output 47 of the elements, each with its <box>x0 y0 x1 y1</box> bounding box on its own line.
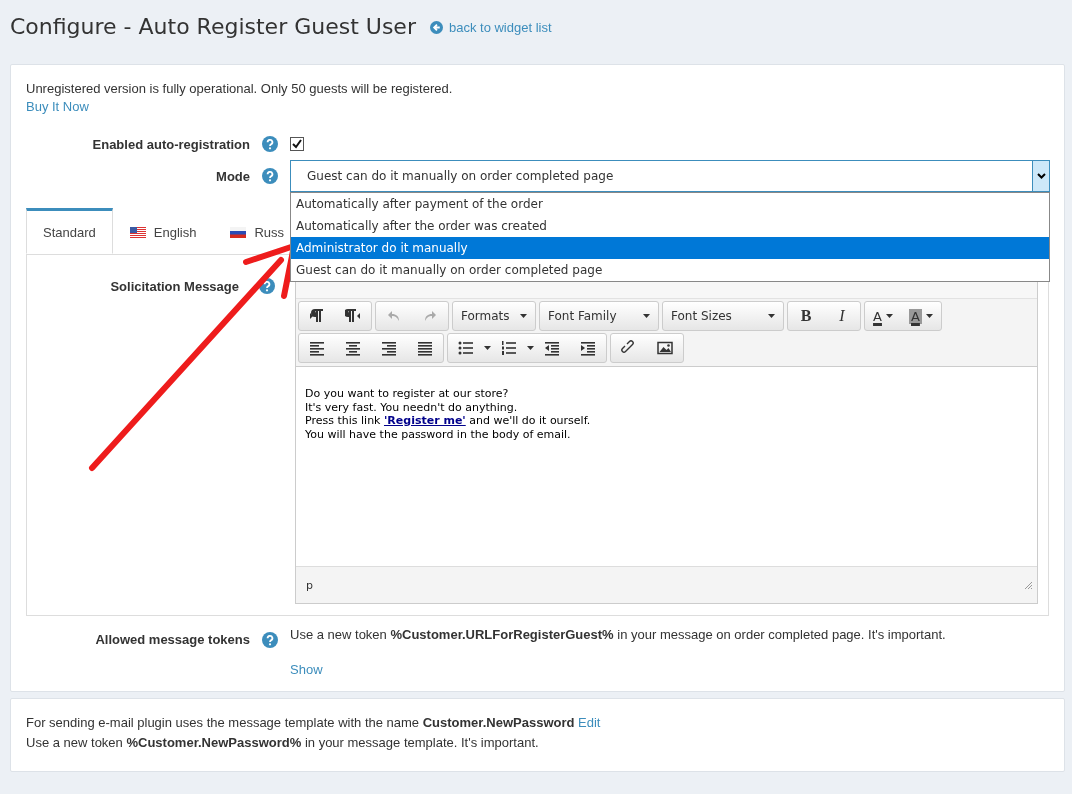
toolbar-dropdown[interactable]: Font Sizes <box>662 301 784 331</box>
edit-link[interactable]: Edit <box>578 715 601 730</box>
toolbar-dropdown[interactable]: Formats <box>452 301 536 331</box>
dropdown-option[interactable]: Administrator do it manually <box>291 237 1049 259</box>
caret-icon <box>1036 173 1046 179</box>
caret-icon <box>520 314 527 318</box>
dropdown-option[interactable]: Automatically after the order was created <box>291 215 1049 237</box>
register-link[interactable]: 'Register me' <box>383 414 466 427</box>
editor-text: Do you want to register at our store? It's very fast. You needn't do anything. Press this link 'Register me' and we'll do it ourself. You will have the password in the body of email. <box>304 386 592 443</box>
checkbox[interactable] <box>290 137 304 151</box>
language-tab[interactable]: English <box>112 208 214 254</box>
page-title: Configure - Auto Register Guest User <box>10 14 416 39</box>
caret-icon[interactable] <box>484 346 491 350</box>
element-path: p <box>306 578 313 592</box>
token-note: Use a new token %Customer.NewPassword% in your message template. It's important. <box>26 734 540 752</box>
background-color-button[interactable]: A <box>901 302 941 330</box>
dropdown-option[interactable]: Guest can do it manually on order completed page <box>291 259 1049 281</box>
bold-button[interactable]: B <box>788 302 824 330</box>
mode-select[interactable]: Guest can do it manually on order completed page <box>290 160 1050 192</box>
buy-link[interactable]: Buy It Now <box>26 99 89 114</box>
caret-icon[interactable] <box>527 346 534 350</box>
resize-handle-icon[interactable] <box>1024 580 1033 590</box>
text-color-button[interactable]: A <box>865 302 901 330</box>
help-icon[interactable] <box>259 278 275 294</box>
caret-icon <box>643 314 650 318</box>
help-icon[interactable] <box>262 136 278 152</box>
field-label: Enabled auto-registration <box>91 136 250 152</box>
language-tab[interactable]: Russ <box>213 208 286 254</box>
back-arrow-icon <box>429 21 443 34</box>
flag-icon <box>230 226 247 238</box>
help-icon[interactable] <box>262 168 278 184</box>
show-link[interactable]: Show <box>290 662 323 677</box>
language-tab[interactable]: Standard <box>26 208 113 254</box>
field-label: Solicitation Message <box>109 279 239 294</box>
field-label: Allowed message tokens <box>94 632 250 647</box>
toolbar-dropdown[interactable]: Font Family <box>539 301 659 331</box>
field-label: Mode <box>215 168 250 184</box>
notice-text: Unregistered version is fully operational. Only 50 guests will be registered. <box>26 80 454 98</box>
help-icon[interactable] <box>262 632 278 648</box>
caret-icon <box>925 314 933 318</box>
caret-icon <box>885 314 893 318</box>
italic-button[interactable]: I <box>824 302 860 330</box>
tokens-text: Use a new token %Customer.URLForRegisterGuest% in your message on order completed page. It's important. <box>290 626 947 644</box>
caret-icon <box>768 314 775 318</box>
template-note: For sending e-mail plugin uses the message template with the name Customer.NewPassword Edit <box>26 714 602 732</box>
flag-icon <box>129 226 146 238</box>
dropdown-option[interactable]: Automatically after payment of the order <box>291 193 1049 215</box>
